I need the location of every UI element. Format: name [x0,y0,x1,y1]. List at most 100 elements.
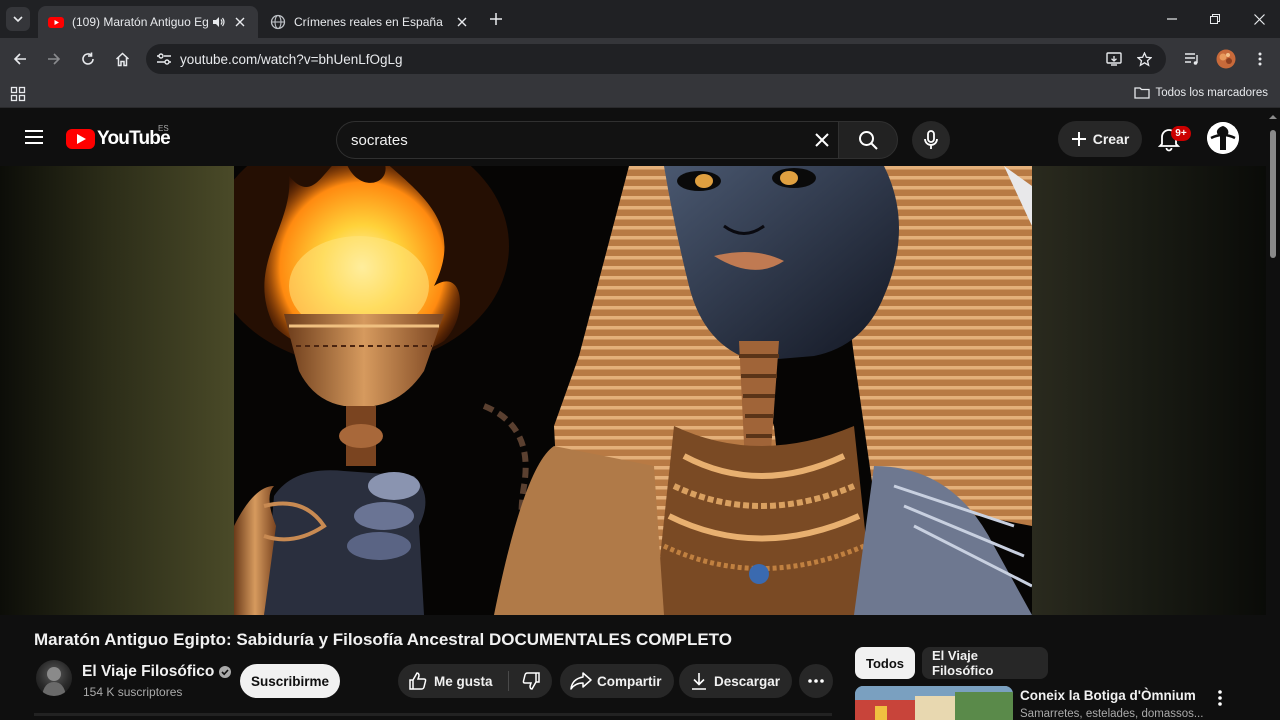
media-controls-button[interactable] [1180,47,1204,71]
youtube-logo[interactable]: YouTube ES [66,124,171,150]
folder-icon [1133,87,1150,99]
thumbs-down-icon [522,672,540,690]
youtube-header: YouTube ES socrates Crear 9+ [0,108,1266,166]
plus-icon [1071,132,1086,146]
browser-toolbar: youtube.com/watch?v=bhUenLfOgLg [0,38,1280,80]
like-dislike-group: Me gusta [398,664,552,698]
all-bookmarks-button[interactable]: Todos los marcadores [1133,86,1269,99]
plus-icon [490,13,502,25]
close-icon [1253,13,1265,25]
search-input[interactable]: socrates [336,121,838,159]
video-frame[interactable] [234,166,1032,615]
chip-channel[interactable]: El Viaje Filosófico [922,647,1048,679]
create-button[interactable]: Crear [1058,121,1142,157]
avatar[interactable] [1207,122,1239,154]
site-settings-icon [157,53,171,65]
download-button[interactable]: Descargar [679,664,793,698]
chip-all[interactable]: Todos [855,647,915,679]
back-icon [13,53,26,65]
tab-close-button[interactable] [232,14,248,30]
kebab-icon [1258,52,1262,66]
dislike-button[interactable] [512,664,550,698]
channel-avatar[interactable] [36,660,72,696]
content-divider [34,713,832,716]
window-close-button[interactable] [1248,8,1270,30]
menu-icon[interactable] [22,127,46,147]
more-actions-button[interactable] [799,664,833,698]
restore-button[interactable] [1204,8,1226,30]
bookmark-star-button[interactable] [1134,49,1154,69]
reload-button[interactable] [76,47,100,71]
profile-button[interactable] [1214,47,1238,71]
globe-favicon [270,14,286,30]
kebab-icon [1218,690,1222,706]
close-icon [815,133,829,147]
profile-icon [1216,49,1236,69]
more-icon [808,679,824,683]
forward-icon [48,53,61,65]
reload-icon [82,52,94,65]
channel-name[interactable]: El Viaje Filosófico [82,663,232,681]
share-button[interactable]: Compartir [560,664,674,698]
recommendation-subtitle: Samarretes, estelades, domassos... [1020,708,1204,720]
verified-icon [219,666,232,678]
youtube-favicon [48,17,64,28]
video-player[interactable] [0,166,1266,615]
tab-youtube[interactable]: (109) Maratón Antiguo Egipto [38,6,258,38]
recommendation-menu-button[interactable] [1210,686,1230,710]
address-bar[interactable]: youtube.com/watch?v=bhUenLfOgLg [146,44,1166,74]
clear-search-button[interactable] [810,128,834,152]
ambient-glow-left [0,166,234,615]
search-button[interactable] [838,121,898,159]
mic-icon [924,130,938,149]
star-icon [1136,51,1152,67]
youtube-play-icon [66,129,95,149]
scroll-up-icon[interactable] [1268,112,1278,122]
ambient-glow-right [1032,166,1266,615]
subscriber-count: 154 K suscriptores [83,685,183,699]
video-title: Maratón Antiguo Egipto: Sabiduría y Filo… [34,630,732,649]
notifications-badge: 9+ [1171,126,1191,141]
recommendation-title[interactable]: Coneix la Botiga d'Òmnium [1020,688,1196,703]
close-icon [235,17,245,27]
voice-search-button[interactable] [912,121,950,159]
country-code: ES [158,124,169,133]
browser-menu-button[interactable] [1248,47,1272,71]
youtube-page: YouTube ES socrates Crear 9+ Maratón Ant… [0,108,1280,720]
video-thumbnail-illustration [234,166,1032,615]
apps-icon[interactable] [10,86,26,102]
like-button[interactable]: Me gusta [398,664,508,698]
back-button[interactable] [8,47,32,71]
recommendation-thumbnail[interactable] [855,686,1013,720]
install-app-button[interactable] [1104,49,1124,69]
close-icon [457,17,467,27]
home-button[interactable] [110,47,134,71]
tab-crimenes[interactable]: Crímenes reales en España [260,6,480,38]
media-icon [1185,53,1198,65]
minimize-button[interactable] [1161,8,1183,30]
forward-button[interactable] [42,47,66,71]
download-icon [692,673,706,690]
download-label: Descargar [714,673,781,689]
all-bookmarks-label: Todos los marcadores [1155,86,1269,99]
channel-name-text: El Viaje Filosófico [82,663,215,680]
restore-icon [1210,14,1220,24]
subscribe-button[interactable]: Suscribirme [240,664,340,698]
site-settings-button[interactable] [154,49,174,69]
audio-icon[interactable] [212,15,226,29]
minimize-icon [1167,18,1177,20]
scrollbar-thumb[interactable] [1270,130,1276,258]
tab-title: (109) Maratón Antiguo Egipto [72,15,208,29]
like-divider [508,671,509,691]
create-label: Crear [1092,131,1130,147]
bookmarks-bar: Todos los marcadores [0,80,1280,108]
tab-title: Crímenes reales en España [294,15,443,29]
home-icon [115,51,129,66]
tab-close-button[interactable] [454,14,470,30]
url-text: youtube.com/watch?v=bhUenLfOgLg [180,51,403,67]
browser-tab-strip: (109) Maratón Antiguo Egipto Crímenes re… [0,0,1280,38]
tab-search-button[interactable] [6,7,30,31]
new-tab-button[interactable] [486,9,506,29]
install-icon [1106,52,1122,66]
tab-search-icon [13,16,23,23]
